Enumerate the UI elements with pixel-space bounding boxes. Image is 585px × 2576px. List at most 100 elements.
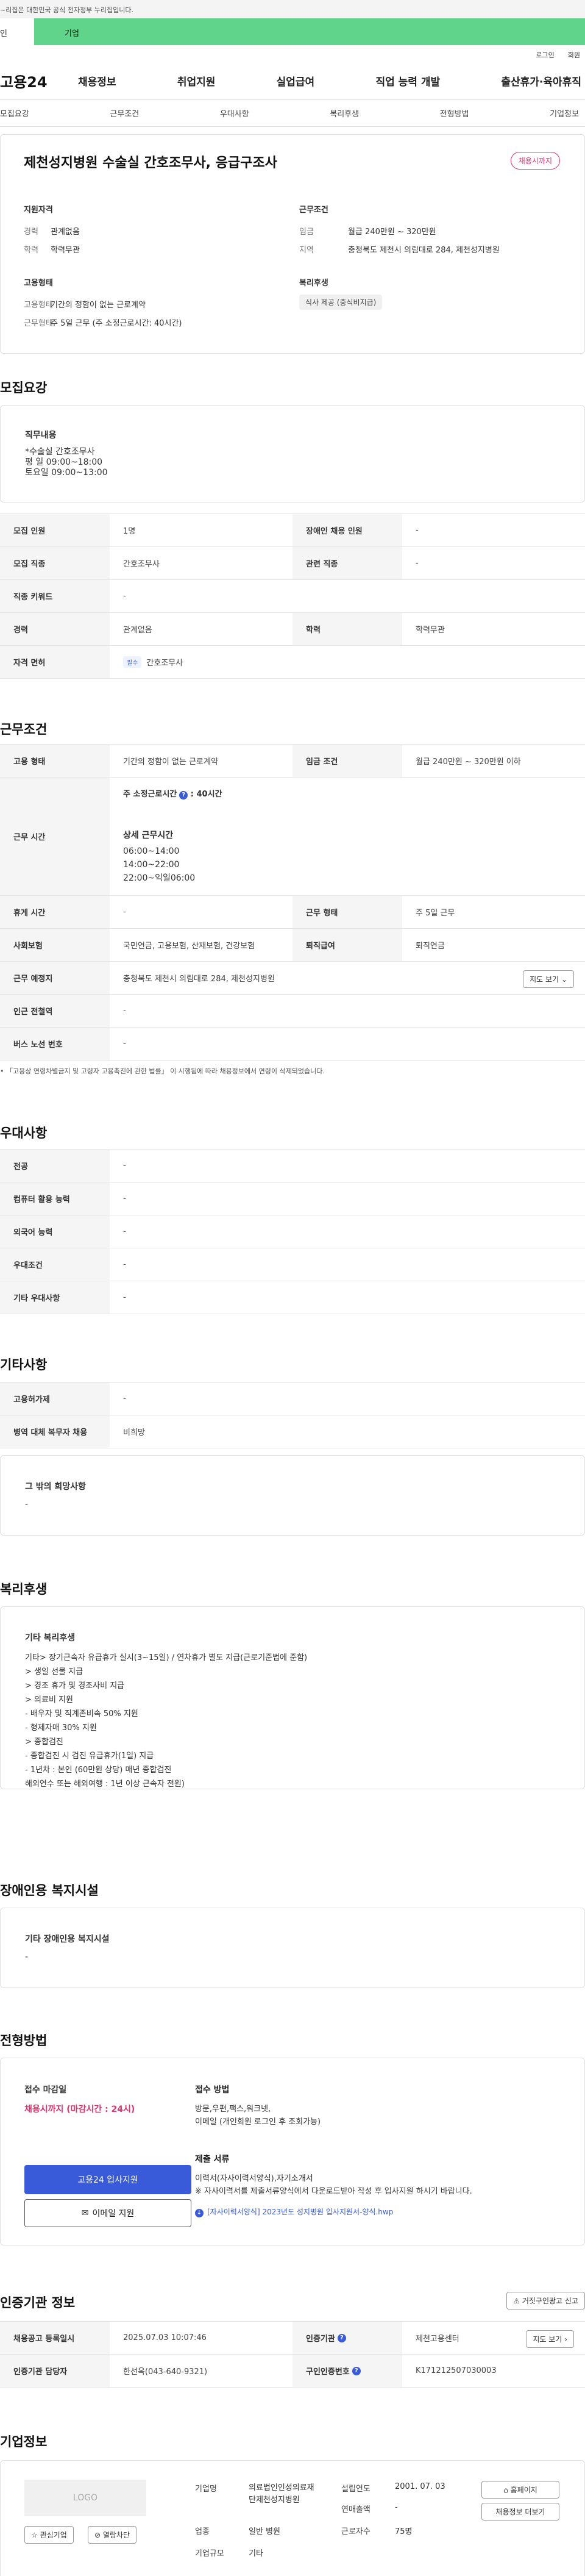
table-row: 전공 - xyxy=(0,1150,585,1182)
subnav-selection[interactable]: 전형방법 xyxy=(440,107,469,119)
block-icon: ⊘ xyxy=(94,2531,101,2539)
career-table-key: 경력 xyxy=(0,613,110,645)
age-notice-text: 「고용상 연령차별금지 및 고령자 고용촉진에 관한 법률」 이 시행됨에 따라… xyxy=(6,1067,325,1075)
worktype-value: 주 5일 근무 xyxy=(416,909,455,918)
table-row: 외국어 능력 - xyxy=(0,1215,585,1248)
deadline-value: 채용시까지 (마감시간 : 24시) xyxy=(24,2105,135,2114)
others-heading: 기타사항 xyxy=(0,1358,48,1372)
table-row: 경력 관계없음 학력 학력무관 xyxy=(0,613,585,646)
time-value: 주 소정근로시간? : 40시간 상세 근무시간 06:00~14:00 14:… xyxy=(110,778,585,895)
size-value: 기타 xyxy=(249,2549,263,2558)
site-logo[interactable]: 고용24 xyxy=(0,70,78,91)
detail-hours-title: 상세 근무시간 xyxy=(123,830,174,840)
insurance-value: 국민연금, 고용보험, 산재보험, 건강보험 xyxy=(123,942,255,951)
subnav-conditions[interactable]: 근무조건 xyxy=(110,107,139,119)
license-key: 자격 면허 xyxy=(0,646,110,678)
job-summary-card: 제천성지병원 수술실 간호조무사, 응급구조사 채용시까지 지원자격 경력 관계… xyxy=(0,134,585,354)
welfare-title: 기타 복리후생 xyxy=(25,1633,76,1643)
info-icon[interactable]: ? xyxy=(337,2333,346,2342)
subway-key: 인근 전철역 xyxy=(0,995,110,1027)
mail-icon: ✉ xyxy=(81,2208,89,2218)
signup-link[interactable]: 회원 xyxy=(568,50,580,62)
pref-key: 전공 xyxy=(0,1150,110,1182)
region-key: 지역 xyxy=(299,246,314,255)
nav-employment-support[interactable]: 취업지원 xyxy=(177,73,216,88)
conditions-label: 근무조건 xyxy=(299,206,328,215)
wage-cond-value: 월급 240만원 ~ 320만원 이하 xyxy=(416,757,521,767)
founded-key: 설립연도 xyxy=(341,2485,370,2494)
block-label: 열람차단 xyxy=(102,2531,130,2539)
weekly-hours-label: 주 소정근로시간 xyxy=(123,790,177,799)
table-row: 고용 형태 기간의 정함이 없는 근로계약 임금 조건 월급 240만원 ~ 3… xyxy=(0,745,585,778)
block-company-button[interactable]: ⊘ 열람차단 xyxy=(88,2526,137,2544)
email-apply-button[interactable]: ✉ 이메일 지원 xyxy=(24,2199,191,2227)
staff-value: 75명 xyxy=(395,2527,413,2536)
pref-value: - xyxy=(123,1260,126,1269)
cert-map-button[interactable]: 지도 보기 › xyxy=(526,2330,574,2348)
attachment-link[interactable]: ↓ [자사이력서양식] 2023년도 성지병원 입사지원서-양식.hwp xyxy=(195,2206,393,2217)
mgr-key: 인증기관 담당자 xyxy=(0,2355,110,2387)
pref-key: 우대조건 xyxy=(0,1248,110,1281)
table-row: 채용공고 등록일시 2025.07.03 10:07:46 인증기관? 제천고용… xyxy=(0,2322,585,2355)
apply-button[interactable]: 고용24 입사지원 xyxy=(24,2165,191,2194)
cert-heading: 인증기관 정보 xyxy=(0,2295,76,2310)
docs-value: 이력서(자사이력서양식),자기소개서 ※ 자사이력서를 제출서류양식에서 다운로… xyxy=(195,2174,472,2196)
duty-text: *수술실 간호조무사 평 일 09:00~18:00 토요일 09:00~13:… xyxy=(25,447,108,478)
subnav-recruit[interactable]: 모집요강 xyxy=(0,107,29,119)
tab-personal[interactable]: 인 xyxy=(0,18,34,45)
other-value: - xyxy=(123,1394,126,1403)
welfare-heading: 복리후생 xyxy=(0,1582,48,1597)
report-button[interactable]: ⚠ 거짓구인광고 신고 xyxy=(506,2292,585,2309)
nav-jobs[interactable]: 채용정보 xyxy=(78,73,116,88)
subnav-company[interactable]: 기업정보 xyxy=(550,107,579,119)
disabled-count-value: - xyxy=(416,526,419,535)
duty-box: 직무내용 *수술실 간호조무사 평 일 09:00~18:00 토요일 09:0… xyxy=(0,405,585,503)
detail-hours-text: 06:00~14:00 14:00~22:00 22:00~익일06:00 xyxy=(123,846,196,883)
employment-label: 고용형태 xyxy=(24,279,53,288)
method-value: 방문,우편,팩스,워크넷, 이메일 (개인회원 로그인 후 조회가능) xyxy=(195,2105,321,2127)
worktype-key: 근무 형태 xyxy=(292,896,402,928)
map-button[interactable]: 지도 보기 ⌄ xyxy=(523,970,574,988)
extra-title: 그 밖의 희망사항 xyxy=(25,1482,86,1492)
home-icon: ⌂ xyxy=(503,2486,508,2494)
info-icon[interactable]: ? xyxy=(352,2366,361,2375)
status-badge: 채용시까지 xyxy=(510,152,560,170)
selection-heading: 전형방법 xyxy=(0,2033,48,2048)
career-value: 관계없음 xyxy=(51,227,80,237)
break-key: 휴게 시간 xyxy=(0,896,110,928)
age-notice: • 「고용상 연령차별금지 및 고령자 고용촉진에 관한 법률」 이 시행됨에 … xyxy=(0,1067,325,1075)
conditions-heading: 근무조건 xyxy=(0,722,48,737)
star-icon: ☆ xyxy=(31,2531,38,2539)
favorite-company-button[interactable]: ☆ 관심기업 xyxy=(24,2526,74,2544)
company-heading: 기업정보 xyxy=(0,2435,48,2449)
homepage-button[interactable]: ⌂ 홈페이지 xyxy=(481,2481,559,2499)
other-key: 고용허가제 xyxy=(0,1383,110,1415)
disabled-heading: 장애인용 복지시설 xyxy=(0,1883,99,1898)
subnav-welfare[interactable]: 복리후생 xyxy=(330,107,359,119)
career-key: 경력 xyxy=(24,227,38,237)
time-key: 근무 시간 xyxy=(0,778,110,895)
count-value: 1명 xyxy=(123,527,136,536)
license-value: 필수 간호조무사 xyxy=(110,646,585,678)
info-icon[interactable]: ? xyxy=(179,790,188,800)
login-link[interactable]: 로그인 xyxy=(536,50,554,62)
industry-value: 일반 병원 xyxy=(249,2527,280,2536)
extra-text: - xyxy=(25,1500,29,1509)
nav-unemployment[interactable]: 실업급여 xyxy=(277,73,315,88)
size-key: 기업규모 xyxy=(195,2549,224,2558)
table-row: 병역 대체 복무자 채용 비희망 xyxy=(0,1415,585,1448)
tab-company[interactable]: 기업 xyxy=(34,18,585,45)
cert-map-label: 지도 보기 xyxy=(533,2335,562,2344)
region-value: 충청북도 제천시 의림대로 284, 제천성지병원 xyxy=(348,246,500,255)
disabled-title: 기타 장애인용 복지시설 xyxy=(25,1934,110,1944)
cert-table: 채용공고 등록일시 2025.07.03 10:07:46 인증기관? 제천고용… xyxy=(0,2321,585,2388)
email-apply-label: 이메일 지원 xyxy=(92,2209,135,2219)
nav-training[interactable]: 직업 능력 개발 xyxy=(375,73,440,88)
edu-key: 학력 xyxy=(24,246,38,255)
subnav-preferences[interactable]: 우대사항 xyxy=(220,107,249,119)
place-key: 근무 예정지 xyxy=(0,962,110,994)
emp-value: 기간의 정함이 없는 근로계약 xyxy=(123,757,218,767)
sales-value: - xyxy=(395,2503,398,2512)
nav-parental-leave[interactable]: 출산휴가·육아휴직 xyxy=(501,73,581,88)
more-jobs-button[interactable]: 채용정보 더보기 xyxy=(481,2503,559,2521)
